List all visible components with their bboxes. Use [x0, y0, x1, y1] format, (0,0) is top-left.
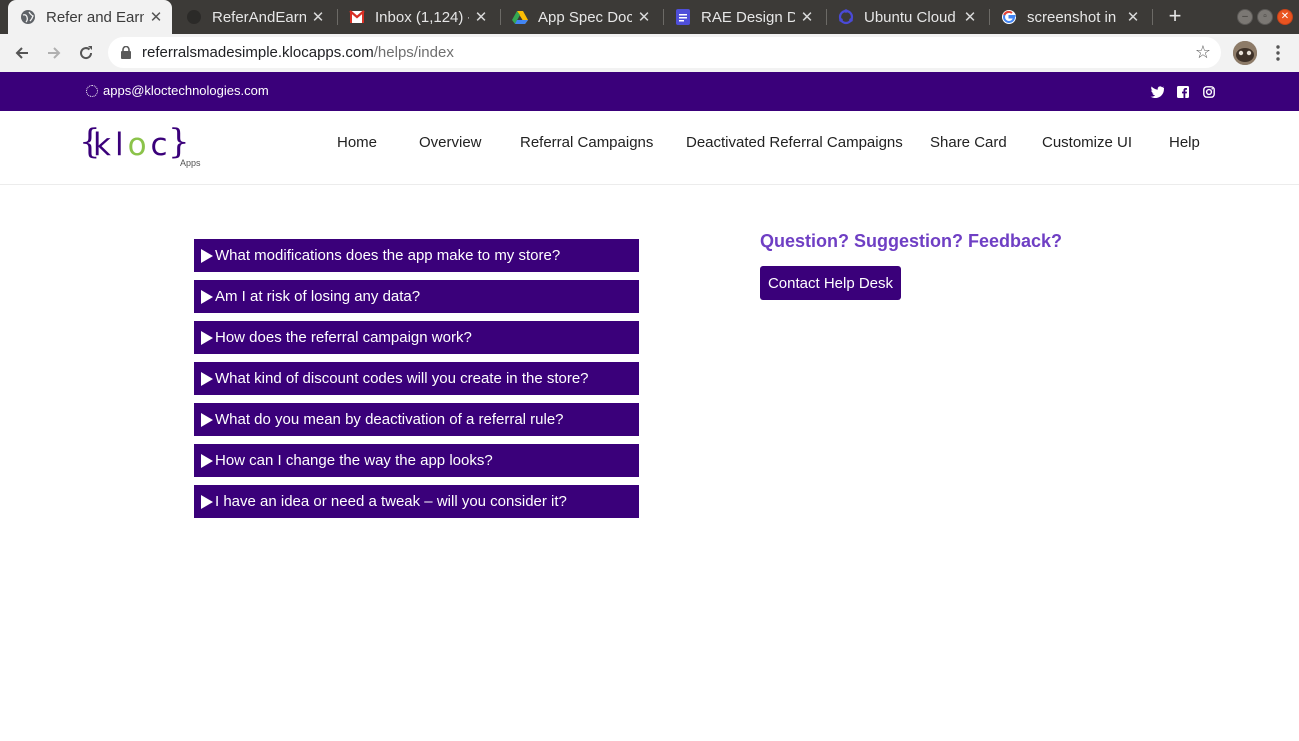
- maximize-window-button[interactable]: ▫: [1257, 9, 1273, 25]
- expand-triangle-icon: [201, 371, 213, 386]
- faq-item[interactable]: How does the referral campaign work?: [194, 321, 639, 354]
- nav-customize-ui[interactable]: Customize UI: [1042, 134, 1132, 151]
- logo-letter: l: [114, 127, 128, 163]
- clock-icon: [86, 84, 98, 97]
- logo-text: kloc: [93, 127, 172, 163]
- google-drive-icon: [512, 9, 528, 25]
- contact-help-desk-button[interactable]: Contact Help Desk: [760, 266, 901, 300]
- tab-refer-and-earn[interactable]: Refer and Earn ✕: [8, 0, 172, 34]
- nav-help[interactable]: Help: [1169, 134, 1200, 151]
- contact-email[interactable]: apps@kloctechnologies.com: [86, 83, 269, 98]
- logo-apps-label: Apps: [180, 158, 201, 168]
- github-icon: [186, 9, 202, 25]
- tab-app-spec-docs[interactable]: App Spec Docs ✕: [504, 0, 660, 34]
- nav-share-card[interactable]: Share Card: [930, 134, 1007, 151]
- tab-title: RAE Design Do: [701, 8, 795, 26]
- close-window-button[interactable]: ✕: [1277, 9, 1293, 25]
- faq-item[interactable]: How can I change the way the app looks?: [194, 444, 639, 477]
- faq-item[interactable]: Am I at risk of losing any data?: [194, 280, 639, 313]
- faq-item[interactable]: What modifications does the app make to …: [194, 239, 639, 272]
- tab-title: ReferAndEarn: [212, 8, 306, 26]
- close-tab-icon[interactable]: ✕: [473, 9, 489, 26]
- lock-icon: [119, 46, 133, 60]
- expand-triangle-icon: [201, 289, 213, 304]
- facebook-icon[interactable]: [1175, 84, 1190, 99]
- tab-title: Inbox (1,124) -: [375, 8, 469, 26]
- instagram-icon[interactable]: [1201, 84, 1216, 99]
- browser-tabstrip: Refer and Earn ✕ ReferAndEarn ✕ Inbox (1…: [0, 0, 1299, 34]
- tab-divider: [989, 9, 990, 25]
- ubuntu-icon: [838, 9, 854, 25]
- tab-divider: [337, 9, 338, 25]
- faq-question: What do you mean by deactivation of a re…: [215, 411, 564, 428]
- contact-topbar: apps@kloctechnologies.com: [0, 72, 1299, 111]
- tab-divider: [826, 9, 827, 25]
- faq-item[interactable]: What kind of discount codes will you cre…: [194, 362, 639, 395]
- browser-menu-icon[interactable]: [1268, 41, 1288, 65]
- feedback-heading: Question? Suggestion? Feedback?: [760, 231, 1063, 251]
- tab-title: Refer and Earn: [46, 8, 144, 26]
- faq-question: Am I at risk of losing any data?: [215, 288, 421, 305]
- logo-close-brace: }: [168, 122, 190, 162]
- faq-question: What kind of discount codes will you cre…: [215, 370, 589, 387]
- tab-referandearn[interactable]: ReferAndEarn ✕: [178, 0, 334, 34]
- expand-triangle-icon: [201, 494, 213, 509]
- back-button[interactable]: [10, 41, 34, 65]
- tab-title: App Spec Docs: [538, 8, 632, 26]
- expand-triangle-icon: [201, 248, 213, 263]
- gmail-icon: [349, 9, 365, 25]
- minimize-window-button[interactable]: –: [1237, 9, 1253, 25]
- close-tab-icon[interactable]: ✕: [962, 9, 978, 26]
- tab-screenshot-search[interactable]: screenshot in u ✕: [993, 0, 1149, 34]
- expand-triangle-icon: [201, 453, 213, 468]
- tab-title: screenshot in u: [1027, 8, 1121, 26]
- globe-icon: [20, 9, 36, 25]
- url-host: referralsmadesimple.klocapps.com: [142, 44, 374, 61]
- logo-letter: k: [93, 127, 115, 163]
- faq-question: What modifications does the app make to …: [215, 247, 561, 264]
- address-url: referralsmadesimple.klocapps.com/helps/i…: [142, 44, 454, 61]
- faq-question: How does the referral campaign work?: [215, 329, 472, 346]
- close-tab-icon[interactable]: ✕: [148, 9, 164, 26]
- close-tab-icon[interactable]: ✕: [636, 9, 652, 26]
- new-tab-button[interactable]: +: [1165, 5, 1185, 27]
- tab-divider: [663, 9, 664, 25]
- email-text: apps@kloctechnologies.com: [103, 83, 269, 98]
- nav-overview[interactable]: Overview: [419, 134, 482, 151]
- tab-title: Ubuntu Cloud: [864, 8, 956, 26]
- tab-ubuntu-cloud[interactable]: Ubuntu Cloud ✕: [830, 0, 986, 34]
- twitter-icon[interactable]: [1149, 84, 1164, 99]
- nav-referral-campaigns[interactable]: Referral Campaigns: [520, 134, 653, 151]
- address-bar[interactable]: referralsmadesimple.klocapps.com/helps/i…: [108, 37, 1221, 68]
- google-icon: [1001, 9, 1017, 25]
- site-header: { kloc } Apps Home Overview Referral Cam…: [0, 111, 1299, 185]
- expand-triangle-icon: [201, 330, 213, 345]
- profile-avatar[interactable]: [1233, 41, 1257, 65]
- arrow-left-icon: [15, 47, 28, 59]
- close-tab-icon[interactable]: ✕: [1125, 9, 1141, 26]
- reload-button[interactable]: [74, 41, 98, 65]
- url-path: /helps/index: [373, 44, 454, 61]
- tab-divider: [500, 9, 501, 25]
- close-tab-icon[interactable]: ✕: [310, 9, 326, 26]
- browser-toolbar: referralsmadesimple.klocapps.com/helps/i…: [0, 34, 1299, 72]
- nav-deactivated-referral-campaigns[interactable]: Deactivated Referral Campaigns: [686, 134, 903, 151]
- google-docs-icon: [675, 9, 691, 25]
- tab-rae-design-doc[interactable]: RAE Design Do ✕: [667, 0, 823, 34]
- logo-letter: o: [127, 127, 151, 163]
- bookmark-star-icon[interactable]: ☆: [1194, 43, 1212, 61]
- faq-item[interactable]: I have an idea or need a tweak – will yo…: [194, 485, 639, 518]
- arrow-right-icon: [48, 47, 61, 59]
- tab-divider: [1152, 9, 1153, 25]
- nav-home[interactable]: Home: [337, 134, 377, 151]
- forward-button[interactable]: [42, 41, 66, 65]
- faq-question: I have an idea or need a tweak – will yo…: [215, 493, 567, 510]
- tab-inbox[interactable]: Inbox (1,124) - ✕: [341, 0, 497, 34]
- faq-item[interactable]: What do you mean by deactivation of a re…: [194, 403, 639, 436]
- faq-question: How can I change the way the app looks?: [215, 452, 493, 469]
- close-tab-icon[interactable]: ✕: [799, 9, 815, 26]
- reload-icon: [80, 46, 93, 60]
- expand-triangle-icon: [201, 412, 213, 427]
